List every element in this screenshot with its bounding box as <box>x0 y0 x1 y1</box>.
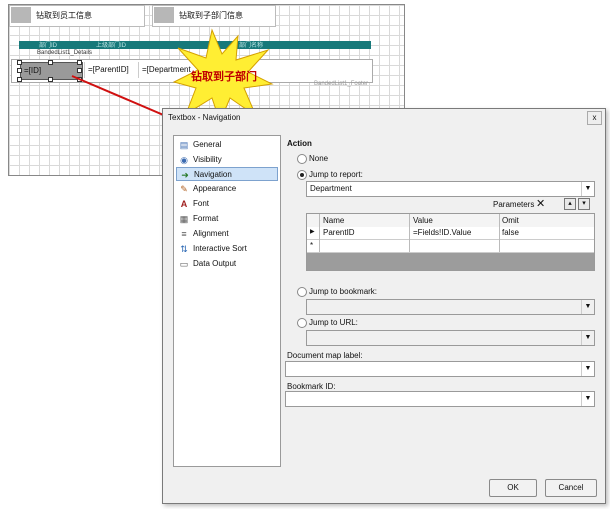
grid-divider <box>409 214 410 252</box>
data-output-icon: ▭ <box>179 259 189 269</box>
property-page-list: ▤ General ◉ Visibility ➜ Navigation ✎ Ap… <box>173 135 281 467</box>
interactive-sort-icon: ⇅ <box>180 244 188 254</box>
sidebar-item-label: Alignment <box>193 229 229 238</box>
param-value-cell[interactable]: =Fields!ID.Value <box>413 228 471 237</box>
chevron-down-icon[interactable]: ▼ <box>581 362 594 376</box>
sidebar-item-label: Font <box>193 199 210 208</box>
sidebar-item-label: Appearance <box>193 184 237 193</box>
delete-parameter-icon[interactable]: ✕ <box>536 197 545 210</box>
col-omit-header: Omit <box>502 216 519 225</box>
sidebar-item-data-output[interactable]: ▭ Data Output <box>176 257 278 271</box>
col-value-header: Value <box>413 216 433 225</box>
action-section-title: Action <box>287 139 312 148</box>
grid-divider <box>499 214 500 252</box>
param-name-cell[interactable]: ParentID <box>323 228 355 237</box>
report-select-value: Department <box>310 184 352 193</box>
sidebar-item-appearance[interactable]: ✎ Appearance <box>176 182 278 196</box>
cancel-button[interactable]: Cancel <box>545 479 597 497</box>
sidebar-item-label: Format <box>193 214 219 223</box>
param-omit-cell[interactable]: false <box>502 228 519 237</box>
radio-none-button[interactable] <box>297 154 307 164</box>
textbox-navigation-dialog: Textbox - Navigation x ▤ General ◉ Visib… <box>162 108 606 504</box>
col-name-header: Name <box>323 216 345 225</box>
chevron-down-icon[interactable]: ▼ <box>581 300 594 314</box>
chevron-down-icon[interactable]: ▼ <box>581 392 594 406</box>
row-selector-icon: ▶ <box>310 229 315 235</box>
radio-jump-to-url-label: Jump to URL: <box>309 318 358 327</box>
sidebar-item-label: General <box>193 140 222 149</box>
table-row[interactable]: ▶ ParentID =Fields!ID.Value false <box>307 227 594 240</box>
sidebar-item-visibility[interactable]: ◉ Visibility <box>176 153 278 167</box>
sidebar-item-label: Interactive Sort <box>193 244 247 253</box>
document-map-select[interactable]: ▼ <box>285 361 595 377</box>
new-row-marker: * <box>310 241 314 250</box>
general-icon: ▤ <box>179 140 189 150</box>
close-icon: x <box>592 113 597 122</box>
table-new-row[interactable]: * <box>307 240 594 253</box>
ok-button[interactable]: OK <box>489 479 537 497</box>
grid-divider <box>319 214 320 252</box>
bookmark-id-select[interactable]: ▼ <box>285 391 595 407</box>
radio-jump-to-report-button[interactable] <box>297 170 307 180</box>
sidebar-item-label: Navigation <box>194 170 232 179</box>
document-map-label: Document map label: <box>287 351 363 360</box>
bookmark-select[interactable]: ▼ <box>306 299 595 315</box>
sidebar-item-label: Data Output <box>193 259 237 268</box>
appearance-icon: ✎ <box>180 184 188 194</box>
font-icon: A <box>180 199 188 209</box>
alignment-icon: ≡ <box>181 229 187 239</box>
radio-none-label: None <box>309 154 329 163</box>
radio-jump-to-report-label: Jump to report: <box>309 170 363 179</box>
move-up-icon[interactable]: ▴ <box>564 198 576 210</box>
chevron-down-icon[interactable]: ▼ <box>581 182 594 196</box>
url-select[interactable]: ▼ <box>306 330 595 346</box>
sidebar-item-navigation[interactable]: ➜ Navigation <box>176 167 278 181</box>
sidebar-item-interactive-sort[interactable]: ⇅ Interactive Sort <box>176 242 278 256</box>
sidebar-item-format[interactable]: ▦ Format <box>176 212 278 226</box>
radio-jump-to-bookmark-label: Jump to bookmark: <box>309 287 378 296</box>
format-icon: ▦ <box>179 214 189 224</box>
parameters-grid: Name Value Omit ▶ ParentID =Fields!ID.Va… <box>306 213 595 271</box>
sidebar-item-label: Visibility <box>193 155 222 164</box>
sidebar-item-font[interactable]: A Font <box>176 197 278 211</box>
radio-jump-to-url-button[interactable] <box>297 318 307 328</box>
radio-jump-to-bookmark-button[interactable] <box>297 287 307 297</box>
move-down-icon[interactable]: ▾ <box>578 198 590 210</box>
parameters-label: Parameters <box>493 200 535 209</box>
report-select[interactable]: Department ▼ <box>306 181 595 197</box>
parameters-grid-header: Name Value Omit <box>307 214 594 228</box>
sidebar-item-alignment[interactable]: ≡ Alignment <box>176 227 278 241</box>
bookmark-id-label: Bookmark ID: <box>287 382 336 391</box>
close-button[interactable]: x <box>587 111 602 125</box>
visibility-icon: ◉ <box>180 155 188 165</box>
chevron-down-icon[interactable]: ▼ <box>581 331 594 345</box>
navigation-icon: ➜ <box>181 170 189 180</box>
sidebar-item-general[interactable]: ▤ General <box>176 138 278 152</box>
dialog-title: Textbox - Navigation <box>168 113 241 122</box>
